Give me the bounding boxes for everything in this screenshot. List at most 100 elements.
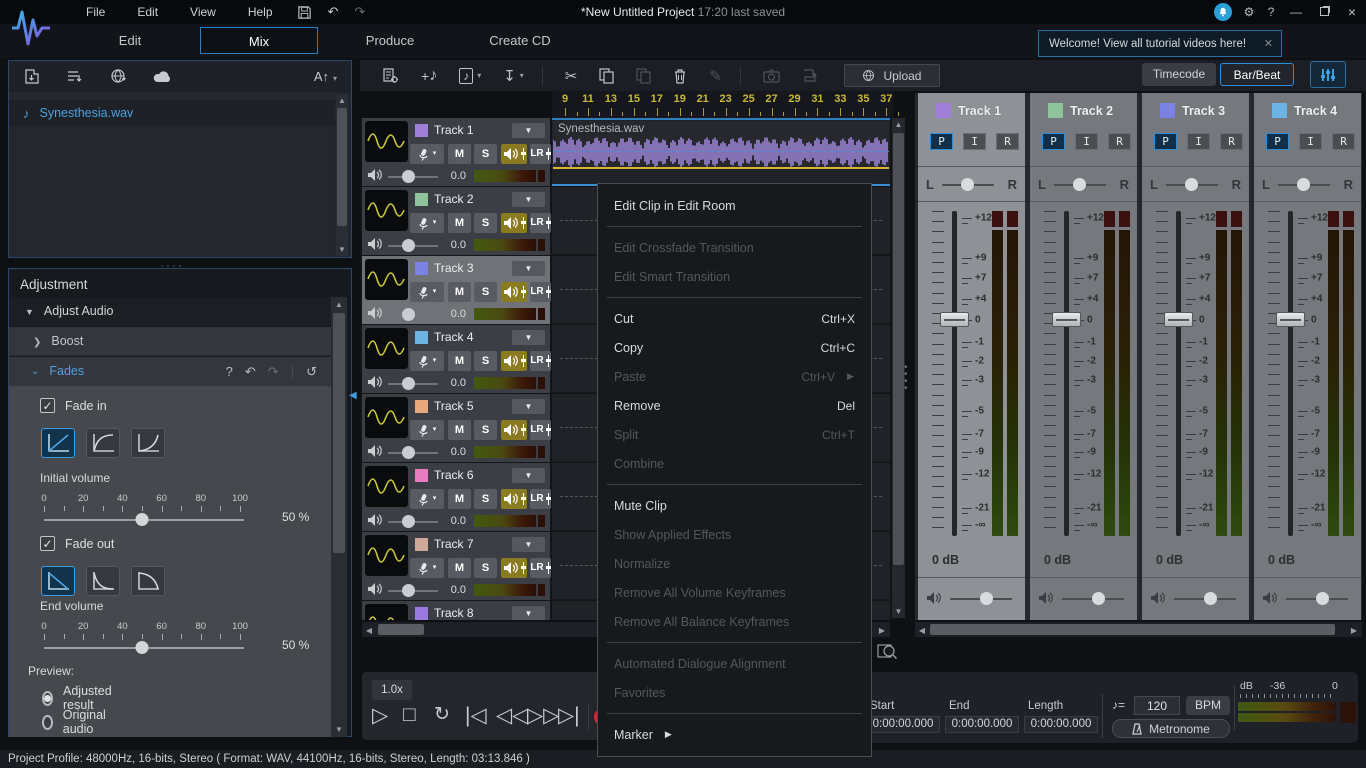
copy-icon[interactable] [599, 68, 614, 84]
insert-marker-icon[interactable]: ↧▾ [503, 67, 524, 85]
library-file-item[interactable]: ♪ Synesthesia.wav [9, 100, 335, 126]
menu-item-copy[interactable]: CopyCtrl+C [598, 333, 871, 362]
strip-volume-handle[interactable] [980, 592, 993, 605]
menu-item-combine[interactable]: Combine [598, 449, 871, 478]
zoom-range-icon[interactable] [876, 640, 902, 664]
previous-button[interactable]: |◁ [465, 703, 487, 728]
loop-button[interactable]: ↻ [434, 703, 450, 726]
close-button[interactable]: × [1338, 0, 1366, 24]
track-volume-handle[interactable] [402, 170, 415, 183]
track-dropdown-button[interactable]: ▼ [512, 123, 545, 138]
strip-button-i[interactable]: I [1075, 133, 1098, 150]
strip-button-r[interactable]: R [1108, 133, 1131, 150]
welcome-close-icon[interactable]: ✕ [1256, 37, 1281, 50]
track-output-button[interactable] [501, 558, 527, 578]
menu-item-remove-all-balance-keyframes[interactable]: Remove All Balance Keyframes [598, 607, 871, 636]
metronome-button[interactable]: Metronome [1112, 719, 1230, 738]
toggle-bar-beat[interactable]: Bar/Beat [1220, 63, 1294, 86]
fader-handle[interactable] [1276, 312, 1305, 327]
menu-item-normalize[interactable]: Normalize [598, 549, 871, 578]
strip-button-p[interactable]: P [930, 133, 953, 150]
track-record-mic-button[interactable]: ▾ [410, 489, 444, 509]
track-record-mic-button[interactable]: ▾ [410, 558, 444, 578]
time-field-value-start[interactable]: 0:00:00.000 [866, 716, 940, 733]
track-mute-button[interactable]: M [448, 144, 471, 164]
mixer-horizontal-scrollbar[interactable]: ◀ ▶ [915, 622, 1362, 637]
strip-volume-handle[interactable] [1204, 592, 1217, 605]
strip-button-p[interactable]: P [1266, 133, 1289, 150]
mixer-strip-3[interactable]: Track 3PIRLR+12+9+7+40-1-2-3-5-7-9-12-21… [1142, 93, 1249, 620]
strip-button-i[interactable]: I [963, 133, 986, 150]
cloud-icon[interactable] [153, 70, 173, 84]
library-scrollbar[interactable]: ▲ ▼ [336, 94, 348, 256]
track-mute-button[interactable]: M [448, 351, 471, 371]
adjustment-scrollbar[interactable]: ▲ ▼ [331, 297, 347, 737]
add-clip-icon[interactable]: ♪▾ [459, 68, 481, 84]
track-header-1[interactable]: Track 1▼▾MSLR0.0 [362, 118, 550, 186]
mixer-strip-1[interactable]: Track 1PIRLR+12+9+7+40-1-2-3-5-7-9-12-21… [918, 93, 1025, 620]
room-settings-icon[interactable] [382, 67, 399, 84]
track-volume-handle[interactable] [402, 584, 415, 597]
fades-redo-icon[interactable]: ↷ [268, 357, 279, 386]
export-icon[interactable] [802, 68, 820, 83]
strip-volume-handle[interactable] [1316, 592, 1329, 605]
fader-track[interactable] [1288, 211, 1293, 536]
add-track-icon[interactable]: +♪ [421, 67, 437, 85]
restore-button[interactable] [1310, 0, 1338, 24]
track-mute-button[interactable]: M [448, 558, 471, 578]
track-solo-button[interactable]: S [474, 213, 497, 233]
track-output-button[interactable] [501, 144, 527, 164]
mixer-strip-2[interactable]: Track 2PIRLR+12+9+7+40-1-2-3-5-7-9-12-21… [1030, 93, 1137, 620]
fade-in-linear-button[interactable] [41, 428, 75, 458]
pan-handle[interactable] [961, 178, 974, 191]
cut-icon[interactable]: ✂ [565, 67, 578, 85]
pan-handle[interactable] [1073, 178, 1086, 191]
menu-edit[interactable]: Edit [121, 0, 174, 24]
menu-item-edit-smart-transition[interactable]: Edit Smart Transition [598, 262, 871, 291]
track-solo-button[interactable]: S [474, 144, 497, 164]
menu-item-remove[interactable]: RemoveDel [598, 391, 871, 420]
track-output-button[interactable] [501, 351, 527, 371]
track-solo-button[interactable]: S [474, 351, 497, 371]
import-playlist-icon[interactable] [66, 69, 84, 85]
track-solo-button[interactable]: S [474, 558, 497, 578]
track-lr-balance-button[interactable]: LR [530, 489, 551, 509]
fader-handle[interactable] [1164, 312, 1193, 327]
menu-item-automated-dialogue-alignment[interactable]: Automated Dialogue Alignment [598, 649, 871, 678]
track-lr-balance-button[interactable]: LR [530, 351, 551, 371]
track-volume-handle[interactable] [402, 308, 415, 321]
strip-button-r[interactable]: R [1332, 133, 1355, 150]
track-lr-balance-button[interactable]: LR [530, 213, 551, 233]
fades-section-header[interactable]: ⌄Fades ? ↶ ↷ | ↺ [9, 357, 331, 386]
track-record-mic-button[interactable]: ▾ [410, 282, 444, 302]
draw-tool-icon[interactable]: ✎ [709, 67, 722, 85]
mixer-panel-toggle-icon[interactable] [1310, 61, 1346, 88]
fades-undo-icon[interactable]: ↶ [245, 357, 256, 386]
track-lr-balance-button[interactable]: LR [530, 420, 551, 440]
track-output-button[interactable] [501, 282, 527, 302]
menu-item-edit-crossfade-transition[interactable]: Edit Crossfade Transition [598, 233, 871, 262]
pan-handle[interactable] [1297, 178, 1310, 191]
fade-in-logarithmic-button[interactable] [86, 428, 120, 458]
track-mute-button[interactable]: M [448, 420, 471, 440]
bpm-button[interactable]: BPM [1186, 696, 1230, 715]
fade-in-checkbox-row[interactable]: ✓ Fade in [40, 398, 107, 413]
mixer-splitter-handle[interactable]: •••• [904, 364, 912, 392]
panel-splitter-handle[interactable]: ···· [160, 258, 184, 272]
track-lr-balance-button[interactable]: LR [530, 144, 551, 164]
track-record-mic-button[interactable]: ▾ [410, 420, 444, 440]
fade-out-linear-button[interactable] [41, 566, 75, 596]
fader-handle[interactable] [1052, 312, 1081, 327]
fade-out-exponential-button[interactable] [131, 566, 165, 596]
menu-item-paste[interactable]: PasteCtrl+V▶ [598, 362, 871, 391]
track-output-button[interactable] [501, 420, 527, 440]
track-record-mic-button[interactable]: ▾ [410, 144, 444, 164]
timeline-ruler[interactable]: 91113151719212325272931333537 [552, 91, 893, 118]
upload-button[interactable]: Upload [844, 64, 940, 87]
track-output-button[interactable] [501, 213, 527, 233]
playback-speed-button[interactable]: 1.0x [372, 680, 412, 700]
fade-out-checkbox[interactable]: ✓ [40, 536, 55, 551]
track-solo-button[interactable]: S [474, 282, 497, 302]
strip-button-r[interactable]: R [1220, 133, 1243, 150]
track-solo-button[interactable]: S [474, 420, 497, 440]
